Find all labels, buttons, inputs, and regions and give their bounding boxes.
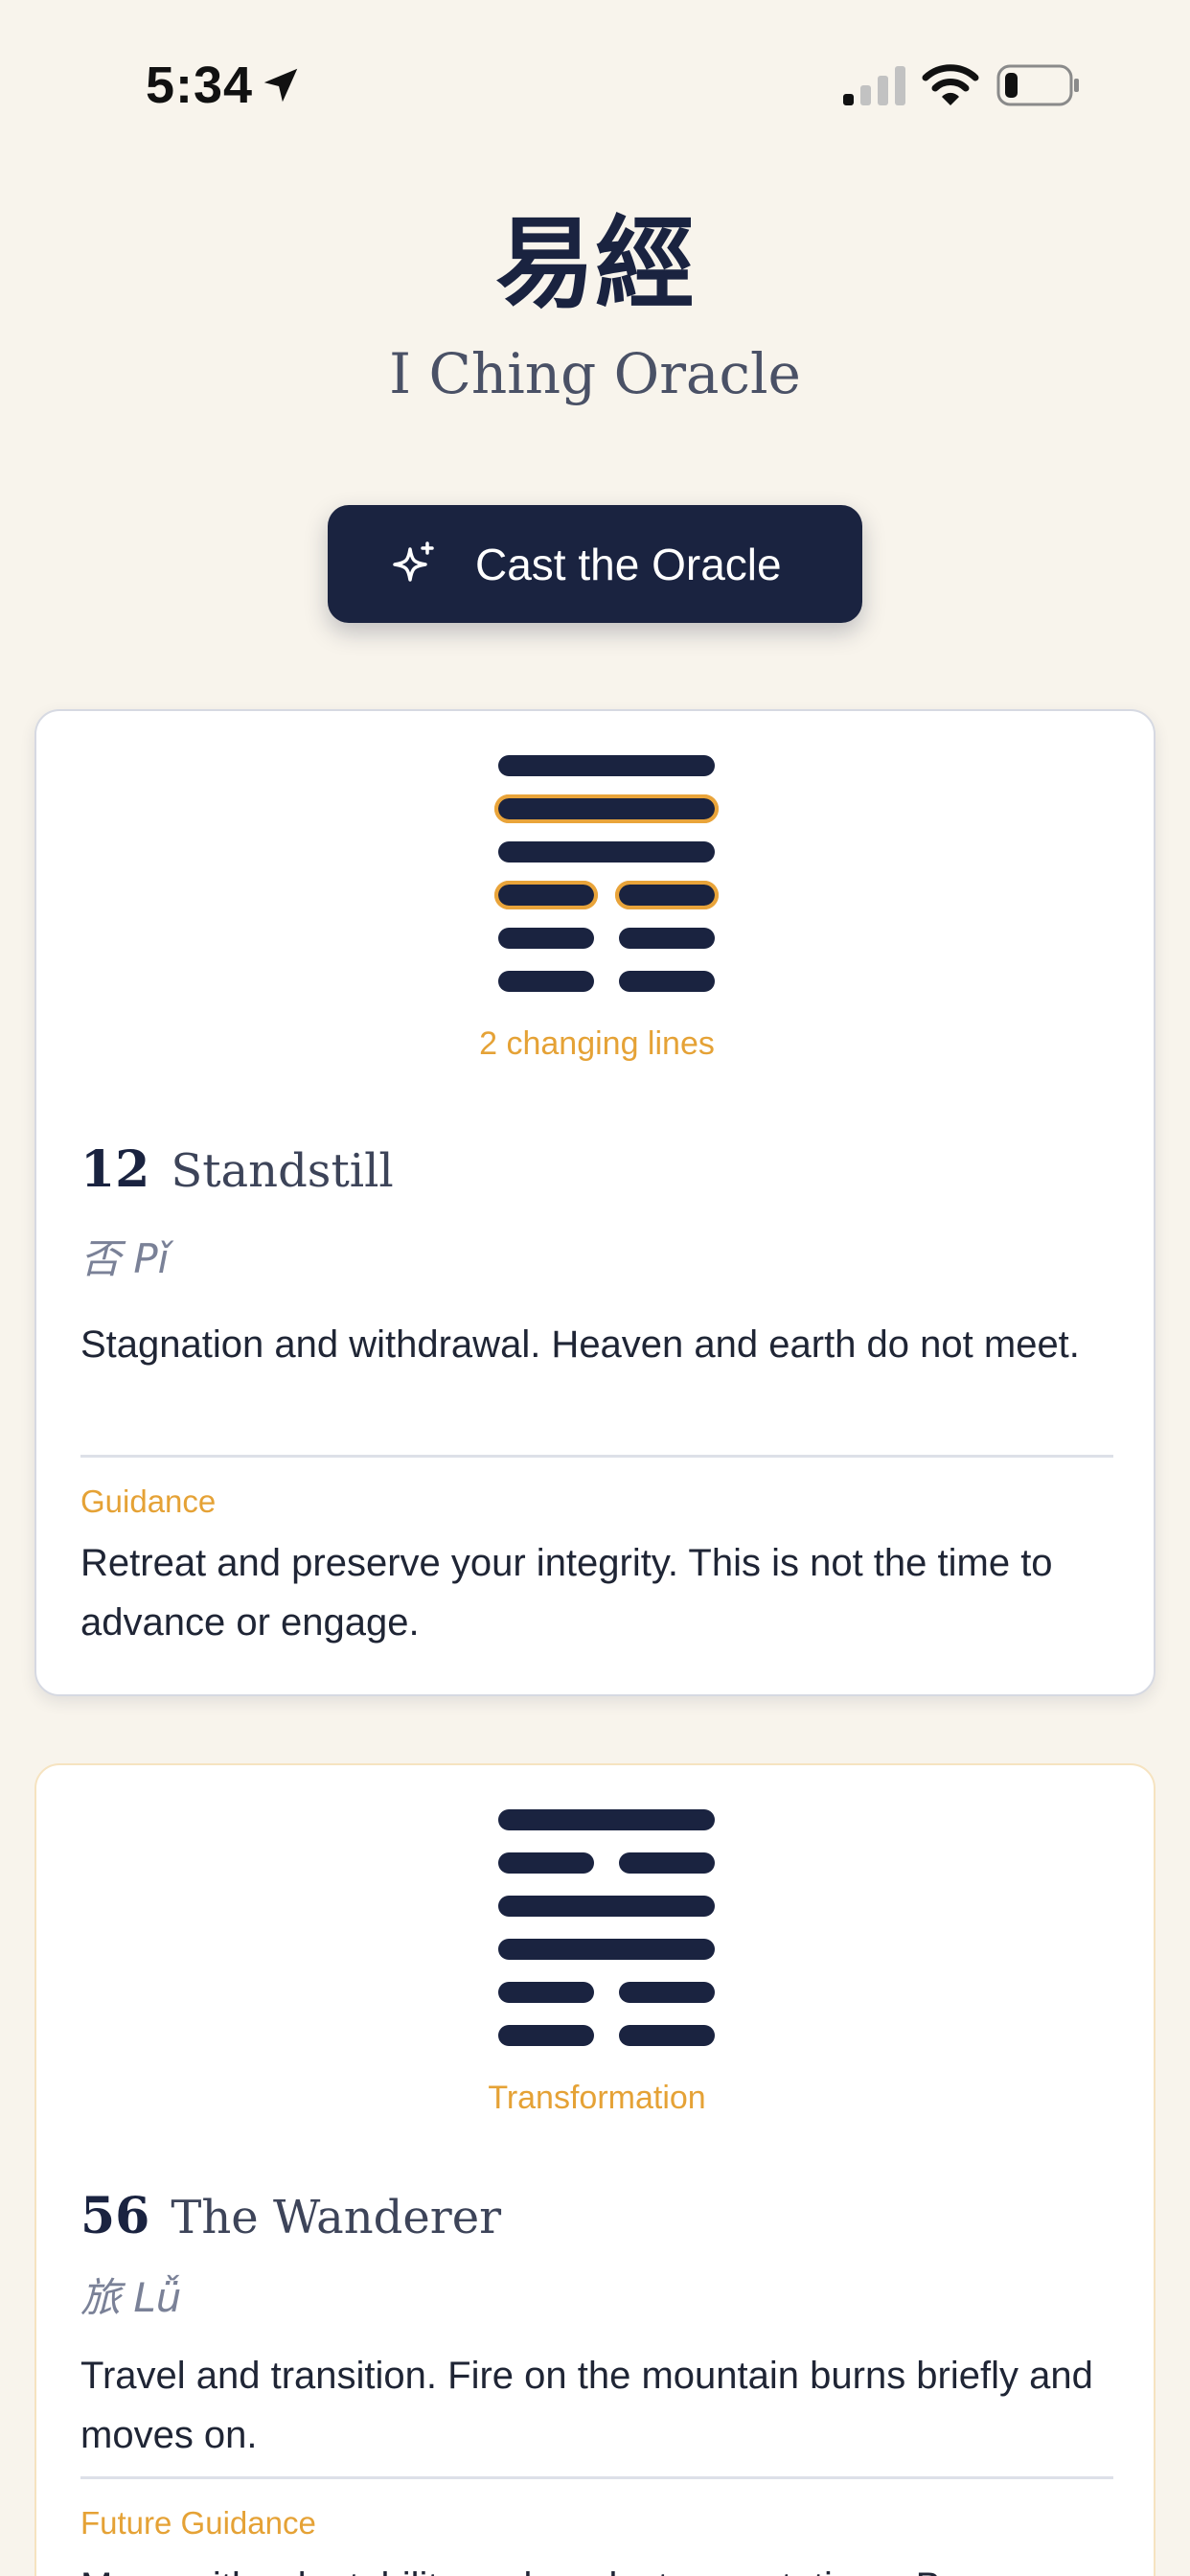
hexagram-line-broken	[498, 971, 594, 992]
hexagram-line-solid	[498, 1896, 715, 1917]
divider	[80, 2476, 1113, 2479]
hexagram-header: 12 Standstill	[80, 1140, 394, 1199]
status-bar: 5:34	[0, 0, 1190, 172]
hexagram-name: Standstill	[171, 1144, 394, 1198]
location-arrow-icon	[263, 68, 298, 103]
cast-oracle-label: Cast the Oracle	[475, 539, 782, 589]
hexagram-line-broken	[498, 928, 594, 949]
wifi-icon	[922, 64, 979, 105]
hexagram-line-broken	[498, 1852, 594, 1874]
hexagram-line-changing	[494, 881, 598, 909]
status-time: 5:34	[146, 57, 254, 114]
hexagram-description: Stagnation and withdrawal. Heaven and ea…	[80, 1323, 1080, 1366]
future-hexagram-figure	[483, 1809, 715, 2049]
future-guidance-label: Future Guidance	[80, 2505, 316, 2541]
sparkle-icon	[393, 540, 434, 582]
hexagram-line-changing	[494, 794, 719, 823]
hexagram-line-broken	[619, 1982, 715, 2003]
app-title: 易經	[494, 205, 695, 322]
battery-icon	[996, 64, 1079, 106]
divider	[80, 1455, 1113, 1458]
hexagram-line-solid	[498, 841, 715, 862]
primary-hexagram-card: 2 changing lines 12 Standstill 否 Pǐ Stag…	[34, 709, 1156, 1696]
primary-hexagram-figure	[483, 755, 719, 995]
cast-oracle-button[interactable]: Cast the Oracle	[328, 505, 862, 623]
transformation-caption: Transformation	[488, 2080, 706, 2116]
guidance-label: Guidance	[80, 1484, 217, 1519]
future-guidance-text: Move with adaptability and modest expect…	[80, 2557, 1125, 2576]
hexagram-line-solid	[498, 755, 715, 776]
hexagram-line-broken	[619, 1852, 715, 1874]
hexagram-name: The Wanderer	[171, 2191, 502, 2244]
hexagram-chinese-name: 旅 Lǚ	[80, 2274, 182, 2321]
hexagram-line-broken	[498, 1982, 594, 2003]
hexagram-line-solid	[498, 1809, 715, 1830]
hexagram-line-broken	[498, 2025, 594, 2046]
app-subtitle: I Ching Oracle	[389, 341, 801, 406]
hexagram-line-broken	[619, 2025, 715, 2046]
hexagram-description: Travel and transition. Fire on the mount…	[80, 2355, 1093, 2456]
changing-lines-caption: 2 changing lines	[479, 1025, 715, 1062]
guidance-text: Retreat and preserve your integrity. Thi…	[80, 1542, 1053, 1644]
hexagram-chinese-name: 否 Pǐ	[80, 1235, 170, 1282]
hexagram-line-changing	[615, 881, 719, 909]
hexagram-line-broken	[619, 928, 715, 949]
hexagram-line-broken	[619, 971, 715, 992]
hexagram-line-solid	[498, 1939, 715, 1960]
hexagram-number: 12	[80, 1140, 150, 1199]
hexagram-header: 56 The Wanderer	[80, 2187, 501, 2245]
cellular-signal-icon	[843, 66, 905, 105]
future-hexagram-card: Transformation 56 The Wanderer 旅 Lǚ Trav…	[34, 1763, 1156, 2576]
hexagram-number: 56	[80, 2187, 150, 2245]
